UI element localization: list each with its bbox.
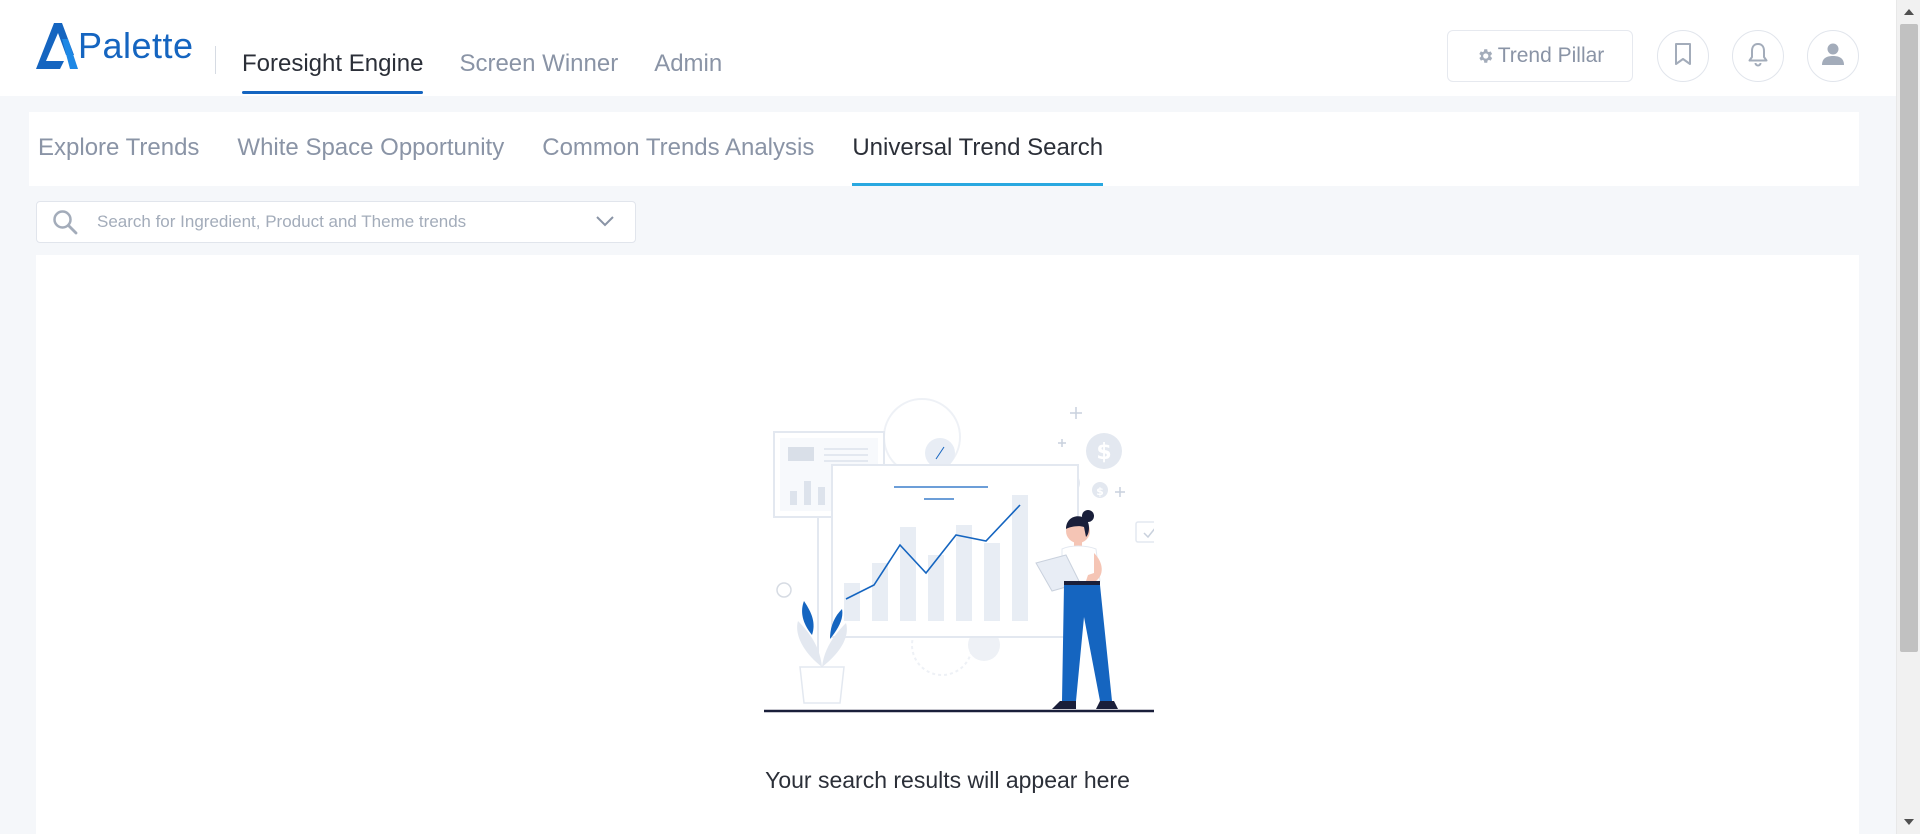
scrollbar-thumb[interactable] — [1900, 24, 1918, 652]
sub-tabs: Explore Trends White Space Opportunity C… — [29, 112, 1859, 186]
svg-text:$: $ — [1096, 485, 1104, 498]
nav-admin[interactable]: Admin — [654, 30, 722, 96]
tab-explore-trends[interactable]: Explore Trends — [38, 112, 199, 186]
user-icon — [1820, 41, 1846, 72]
logo-mark-icon — [36, 23, 78, 69]
tab-white-space-opportunity[interactable]: White Space Opportunity — [237, 112, 504, 186]
top-navigation-bar: Palette Foresight Engine Screen Winner A… — [0, 0, 1896, 96]
search-input[interactable] — [97, 212, 577, 232]
svg-text:$: $ — [1096, 440, 1111, 465]
user-profile-button[interactable] — [1807, 30, 1859, 82]
scroll-up-arrow-icon[interactable] — [1897, 2, 1920, 22]
scroll-down-arrow-icon[interactable] — [1897, 812, 1920, 832]
nav-foresight-engine[interactable]: Foresight Engine — [242, 30, 424, 96]
empty-state-message: Your search results will appear here — [765, 767, 1130, 793]
bell-icon — [1746, 41, 1770, 72]
trend-search-box[interactable] — [36, 201, 636, 243]
page-scrollbar[interactable] — [1896, 0, 1920, 834]
logo-divider — [215, 46, 216, 74]
nav-screen-winner[interactable]: Screen Winner — [459, 30, 618, 96]
empty-state-illustration: $ $ $ — [764, 395, 1165, 736]
tab-common-trends-analysis[interactable]: Common Trends Analysis — [542, 112, 814, 186]
search-results-panel: $ $ $ — [36, 255, 1859, 834]
notifications-button[interactable] — [1732, 30, 1784, 82]
search-icon — [51, 208, 79, 236]
chevron-down-icon[interactable] — [595, 214, 615, 228]
trend-pillar-button[interactable]: Trend Pillar — [1447, 30, 1633, 82]
bookmark-icon — [1672, 42, 1694, 71]
app-logo[interactable]: Palette — [34, 20, 194, 72]
bookmark-button[interactable] — [1657, 30, 1709, 82]
main-nav: Foresight Engine Screen Winner Admin — [242, 30, 758, 96]
trend-pillar-label: Trend Pillar — [1497, 44, 1605, 67]
tab-universal-trend-search[interactable]: Universal Trend Search — [852, 112, 1103, 186]
logo-text: Palette — [78, 25, 194, 66]
gear-icon — [1476, 47, 1494, 65]
